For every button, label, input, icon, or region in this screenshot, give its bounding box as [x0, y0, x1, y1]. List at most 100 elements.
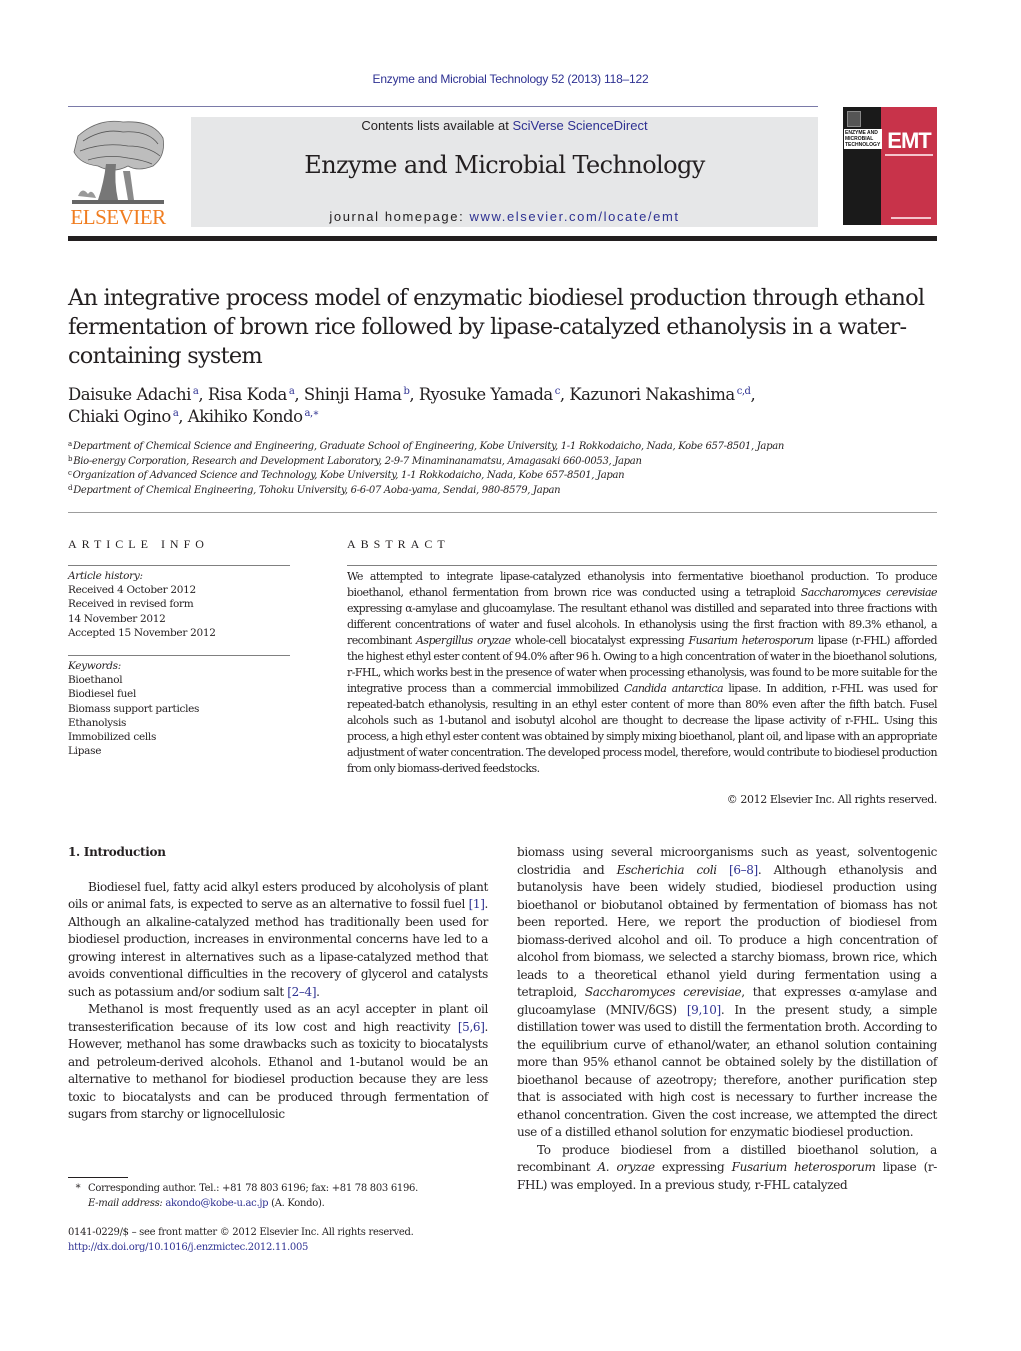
text-run: . Although an alkaline-catalyzed method … — [68, 897, 488, 999]
affiliation-text: Organization of Advanced Science and Tec… — [72, 470, 625, 481]
corresponding-text: Corresponding author. Tel.: +81 78 803 6… — [88, 1183, 419, 1194]
journal-citation[interactable]: Enzyme and Microbial Technology 52 (2013… — [0, 72, 1021, 86]
email-line: E-mail address: akondo@kobe-u.ac.jp (A. … — [68, 1196, 488, 1211]
history-label: Article history: — [68, 570, 143, 582]
author[interactable]: Chiaki Ogino — [68, 407, 171, 426]
elsevier-wordmark: ELSEVIER — [70, 205, 166, 229]
cover-footer-bar — [891, 217, 931, 219]
body-paragraph: biomass using several microorganisms suc… — [517, 844, 937, 1142]
text-run: whole-cell biocatalyst expressing — [510, 634, 689, 647]
homepage-line: journal homepage: www.elsevier.com/locat… — [191, 209, 818, 224]
keywords-block: Keywords: Bioethanol Biodiesel fuel Biomas… — [68, 659, 298, 758]
keyword[interactable]: Biomass support particles — [68, 702, 298, 716]
cover-publisher-icon — [847, 111, 861, 127]
article-history: Article history: Received 4 October 2012… — [68, 569, 298, 640]
abstract-rule — [347, 565, 937, 566]
author-affiliation-marker[interactable]: a — [173, 408, 179, 419]
text-run: lipase. In addition, r-FHL was used for … — [347, 682, 938, 775]
sciencedirect-link[interactable]: SciVerse ScienceDirect — [512, 118, 647, 133]
keyword[interactable]: Immobilized cells — [68, 730, 298, 744]
elsevier-tree-icon — [72, 120, 164, 204]
affiliation-text: Bio-energy Corporation, Research and Dev… — [73, 455, 642, 467]
affiliation: cOrganization of Advanced Science and Te… — [68, 469, 948, 484]
keyword[interactable]: Bioethanol — [68, 673, 298, 687]
citation-link[interactable]: [2–4] — [287, 985, 316, 999]
italic-term: A. oryzae — [597, 1160, 655, 1174]
journal-homepage-link[interactable]: www.elsevier.com/locate/emt — [470, 209, 680, 224]
author[interactable]: Risa Koda — [208, 385, 287, 404]
italic-term: Aspergillus oryzae — [415, 634, 511, 647]
history-list: Received 4 October 2012 Received in revis… — [68, 583, 298, 640]
author-affiliation-marker[interactable]: a,∗ — [305, 408, 320, 419]
footnote-rule — [68, 1177, 128, 1178]
article-title: An integrative process model of enzymati… — [68, 285, 925, 369]
abstract-heading: ABSTRACT — [347, 537, 450, 551]
journal-name: Enzyme and Microbial Technology — [304, 151, 705, 179]
author-affiliation-marker[interactable]: a — [289, 386, 295, 397]
cover-red-panel — [881, 107, 937, 225]
author-affiliation-marker[interactable]: c — [555, 386, 561, 397]
article-info-rule — [68, 565, 290, 566]
section-title-introduction: 1. Introduction — [68, 845, 166, 859]
text-run: . However, methanol has some drawbacks s… — [68, 1019, 488, 1122]
affiliation-text: Department of Chemical Engineering, Toho… — [73, 484, 561, 496]
citation-link[interactable]: [5,6] — [458, 1020, 485, 1034]
body-paragraph: Biodiesel fuel, fatty acid alkyl esters … — [68, 879, 488, 1002]
email-label: E-mail address: — [88, 1198, 163, 1209]
email-suffix: (A. Kondo). — [268, 1198, 325, 1209]
text-run: . In the present study, a simple distill… — [517, 1002, 937, 1140]
citation-link[interactable]: [1] — [469, 897, 485, 911]
affiliation-list: aDepartment of Chemical Science and Engi… — [68, 440, 948, 498]
author-affiliation-marker[interactable]: a — [193, 386, 199, 397]
citation-link[interactable]: [6–8] — [729, 863, 758, 877]
header-rule — [68, 106, 818, 107]
abstract-text: We attempted to integrate lipase-catalyz… — [347, 569, 938, 777]
doi-link[interactable]: http://dx.doi.org/10.1016/j.enzmictec.20… — [68, 1242, 308, 1253]
author[interactable]: Kazunori Nakashima — [569, 385, 735, 404]
keyword[interactable]: Lipase — [68, 744, 298, 758]
author[interactable]: Ryosuke Yamada — [419, 385, 553, 404]
text-run: expressing — [654, 1160, 732, 1174]
history-item: Received in revised form — [68, 598, 194, 611]
homepage-prefix: journal homepage: — [329, 209, 470, 224]
author-affiliation-marker[interactable]: c,d — [737, 386, 751, 397]
cover-abbrev: EMT — [887, 128, 931, 153]
italic-term: Candida antarctica — [623, 682, 724, 695]
author[interactable]: Daisuke Adachi — [68, 385, 191, 404]
history-item: Received 4 October 2012 — [68, 584, 196, 597]
corresponding-author-footnote: * Corresponding author. Tel.: +81 78 803 … — [68, 1181, 488, 1211]
cover-subtitle-bar — [885, 154, 933, 156]
affiliation: bBio-energy Corporation, Research and De… — [68, 455, 948, 470]
journal-cover[interactable]: ENZYME AND MICROBIAL TECHNOLOGY EMT — [843, 107, 937, 225]
italic-term: Fusarium heterosporum — [731, 1160, 876, 1174]
italic-term: Fusarium heterosporum — [688, 634, 815, 647]
citation-link[interactable]: [9,10] — [687, 1003, 721, 1017]
corresponding-line: * Corresponding author. Tel.: +81 78 803 … — [68, 1181, 488, 1196]
italic-term: Escherichia coli — [616, 862, 717, 877]
header-thick-rule — [68, 236, 937, 241]
keywords-rule — [68, 655, 290, 656]
affiliation: dDepartment of Chemical Engineering, Toh… — [68, 484, 948, 499]
author[interactable]: Akihiko Kondo — [188, 407, 303, 426]
left-paragraphs: Biodiesel fuel, fatty acid alkyl esters … — [68, 879, 488, 1124]
affiliation-key: b — [68, 454, 73, 463]
cover-title-line: TECHNOLOGY — [845, 142, 881, 148]
history-item: 14 November 2012 — [68, 612, 166, 625]
keyword[interactable]: Ethanolysis — [68, 716, 298, 730]
issn-block: 0141-0229/$ – see front matter © 2012 El… — [68, 1225, 488, 1255]
cover-title: ENZYME AND MICROBIAL TECHNOLOGY — [844, 129, 882, 149]
history-item: Accepted 15 November 2012 — [68, 626, 216, 639]
author[interactable]: Shinji Hama — [304, 385, 402, 404]
affiliation-text: Department of Chemical Science and Engin… — [72, 441, 784, 452]
email-link[interactable]: akondo@kobe-u.ac.jp — [165, 1198, 268, 1209]
author-affiliation-marker[interactable]: b — [404, 386, 410, 397]
elsevier-logo[interactable]: ELSEVIER — [68, 116, 168, 228]
keyword[interactable]: Biodiesel fuel — [68, 687, 298, 701]
text-run: . Although ethanolysis and butanolysis h… — [517, 862, 937, 1000]
affiliation-key: c — [68, 469, 72, 477]
keyword-list: Bioethanol Biodiesel fuel Biomass support … — [68, 673, 298, 758]
text-run: Biodiesel fuel, fatty acid alkyl esters … — [68, 879, 488, 912]
text-run — [717, 863, 729, 877]
section-divider — [68, 512, 937, 513]
italic-term: Saccharomyces cerevisiae — [584, 985, 742, 999]
